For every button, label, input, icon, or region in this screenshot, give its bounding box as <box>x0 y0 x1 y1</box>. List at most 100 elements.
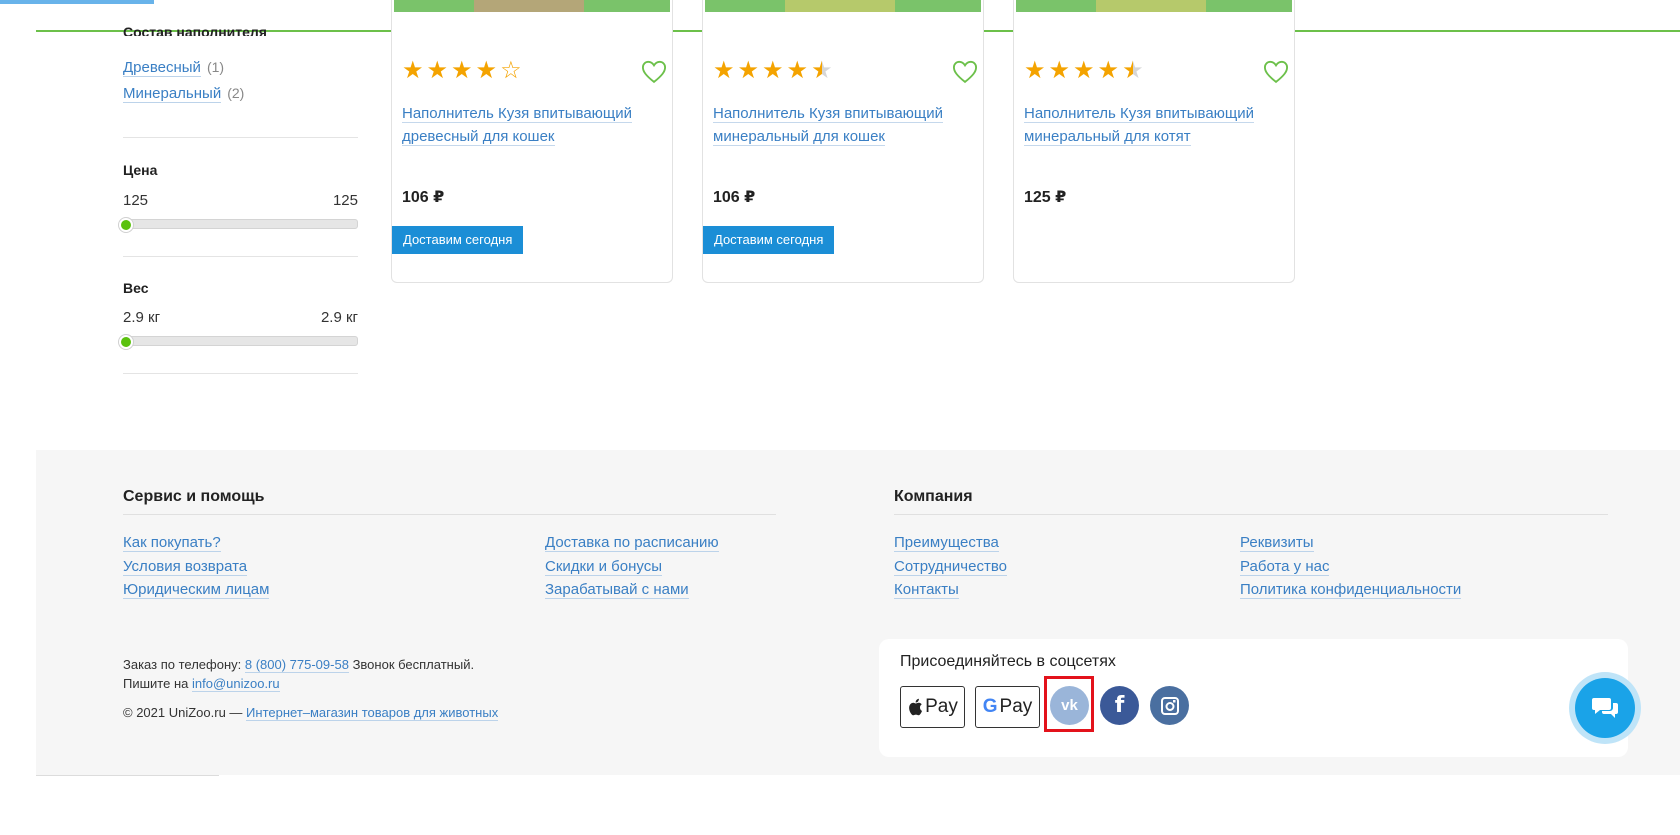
star-empty-icon: ☆ <box>500 57 522 84</box>
footer-link-privacy-policy[interactable]: Политика конфиденциальности <box>1240 581 1462 599</box>
filter-option-wood[interactable]: Древесный (1) <box>123 59 225 77</box>
footer-link-returns[interactable]: Условия возврата <box>123 558 248 576</box>
star-icon: ★ <box>786 57 809 84</box>
company-section-title: Компания <box>894 488 973 505</box>
phone-line: Заказ по телефону: 8 (800) 775-09-58 Зво… <box>123 657 475 673</box>
footer-bottom-edge <box>36 775 219 776</box>
footer-divider <box>123 514 776 515</box>
star-half-icon: ★ <box>811 57 833 84</box>
star-icon: ★ <box>1073 57 1095 84</box>
google-pay-label: Pay <box>999 696 1033 717</box>
rating-stars: ★ ★ ★ ★ ★ <box>1024 58 1144 84</box>
weight-slider-track[interactable] <box>123 336 358 346</box>
filter-option-label[interactable]: Древесный <box>123 59 201 77</box>
footer-link-earn-with-us[interactable]: Зарабатывай с нами <box>545 581 689 599</box>
product-title-link[interactable]: Наполнитель Кузя впитывающий минеральный… <box>1024 105 1255 146</box>
footer-link-cooperation[interactable]: Сотрудничество <box>894 558 1007 576</box>
filter-divider <box>123 373 358 374</box>
weight-min-value: 2.9 кг <box>123 309 161 326</box>
filler-filter-title: Состав наполнителя <box>123 24 267 36</box>
filter-option-count: (2) <box>227 85 245 101</box>
footer-link-advantages[interactable]: Преимущества <box>894 534 999 552</box>
price-min-value: 125 <box>123 192 149 209</box>
star-icon: ★ <box>402 57 424 84</box>
footer-link-discounts[interactable]: Скидки и бонусы <box>545 558 663 576</box>
social-title: Присоединяйтесь в соцсетях <box>900 653 1116 670</box>
delivery-today-badge[interactable]: Доставим сегодня <box>392 226 524 254</box>
footer-divider <box>894 514 1608 515</box>
copyright-link[interactable]: Интернет–магазин товаров для животных <box>246 705 499 721</box>
apple-icon <box>909 698 923 716</box>
copyright-line: © 2021 UniZoo.ru — Интернет–магазин това… <box>123 705 499 721</box>
copyright-text: © 2021 UniZoo.ru — <box>123 705 243 720</box>
footer-link-scheduled-delivery[interactable]: Доставка по расписанию <box>545 534 719 552</box>
email-line: Пишите на info@unizoo.ru <box>123 676 280 692</box>
google-g-icon: G <box>982 696 998 717</box>
chat-button[interactable] <box>1575 678 1635 738</box>
product-image[interactable] <box>705 0 981 12</box>
star-icon: ★ <box>1048 57 1071 84</box>
product-title[interactable]: Наполнитель Кузя впитывающий древесный д… <box>402 102 664 148</box>
weight-slider-handle[interactable] <box>119 335 133 349</box>
apple-pay-label: Pay <box>925 696 958 717</box>
facebook-label: f <box>1114 693 1125 718</box>
delivery-today-badge[interactable]: Доставим сегодня <box>703 226 835 254</box>
filter-divider <box>123 256 358 257</box>
product-card[interactable]: ★ ★ ★ ★ ★ Наполнитель Кузя впитывающий минер… <box>702 0 984 283</box>
heart-outline-icon[interactable] <box>951 58 979 86</box>
product-card[interactable]: ★ ★ ★ ★ ☆ Наполнитель Кузя впитывающий древе… <box>391 0 673 283</box>
product-price: 106 ₽ <box>402 189 445 206</box>
price-max-value: 125 <box>332 192 358 209</box>
star-icon: ★ <box>737 57 760 84</box>
product-image[interactable] <box>1016 0 1292 12</box>
phone-link[interactable]: 8 (800) 775-09-58 <box>244 657 349 673</box>
google-pay-button[interactable]: G Pay <box>975 686 1040 728</box>
filter-option-count: (1) <box>206 59 225 75</box>
service-section-title: Сервис и помощь <box>123 488 265 505</box>
price-filter-label: Цена <box>123 162 158 178</box>
star-icon: ★ <box>451 57 473 84</box>
star-half-icon: ★ <box>1122 57 1144 84</box>
star-icon: ★ <box>762 57 784 84</box>
weight-filter-label: Вес <box>123 280 149 296</box>
email-link[interactable]: info@unizoo.ru <box>191 676 280 692</box>
tab-indicator <box>0 0 154 4</box>
weight-max-value: 2.9 кг <box>320 309 358 326</box>
footer-link-requisites[interactable]: Реквизиты <box>1240 534 1314 552</box>
heart-outline-icon[interactable] <box>640 58 668 86</box>
phone-suffix: Звонок бесплатный. <box>352 657 475 672</box>
star-icon: ★ <box>1097 57 1120 84</box>
product-title[interactable]: Наполнитель Кузя впитывающий минеральный… <box>1024 102 1286 148</box>
star-icon: ★ <box>713 57 735 84</box>
email-prefix: Пишите на <box>123 676 189 691</box>
product-title-link[interactable]: Наполнитель Кузя впитывающий минеральный… <box>713 105 944 146</box>
filter-option-mineral[interactable]: Минеральный (2) <box>123 85 245 103</box>
facebook-icon[interactable]: f <box>1100 686 1139 725</box>
phone-prefix: Заказ по телефону: <box>123 657 242 672</box>
product-price: 106 ₽ <box>713 189 756 206</box>
heart-outline-icon[interactable] <box>1262 58 1290 86</box>
footer-link-contacts[interactable]: Контакты <box>894 581 959 599</box>
product-title-link[interactable]: Наполнитель Кузя впитывающий древесный д… <box>402 105 633 146</box>
price-slider-track[interactable] <box>123 219 358 229</box>
star-icon: ★ <box>1024 57 1046 84</box>
rating-stars: ★ ★ ★ ★ ☆ <box>402 58 522 84</box>
filter-divider <box>123 137 358 138</box>
star-icon: ★ <box>475 57 498 84</box>
star-icon: ★ <box>426 57 449 84</box>
footer-link-how-to-buy[interactable]: Как покупать? <box>123 534 221 552</box>
product-image[interactable] <box>394 0 670 12</box>
footer-link-legal-entities[interactable]: Юридическим лицам <box>123 581 270 599</box>
instagram-icon[interactable] <box>1150 686 1189 725</box>
instagram-glyph <box>1160 696 1179 715</box>
selection-highlight <box>1044 676 1094 732</box>
product-title[interactable]: Наполнитель Кузя впитывающий минеральный… <box>713 102 975 148</box>
rating-stars: ★ ★ ★ ★ ★ <box>713 58 833 84</box>
chat-bubbles-icon <box>1592 698 1618 718</box>
product-price: 125 ₽ <box>1024 189 1067 206</box>
filter-option-label[interactable]: Минеральный <box>123 85 222 103</box>
apple-pay-button[interactable]: Pay <box>900 686 965 728</box>
product-card[interactable]: ★ ★ ★ ★ ★ Наполнитель Кузя впитывающий минер… <box>1013 0 1295 283</box>
footer-link-careers[interactable]: Работа у нас <box>1240 558 1330 576</box>
price-slider-handle[interactable] <box>119 218 133 232</box>
